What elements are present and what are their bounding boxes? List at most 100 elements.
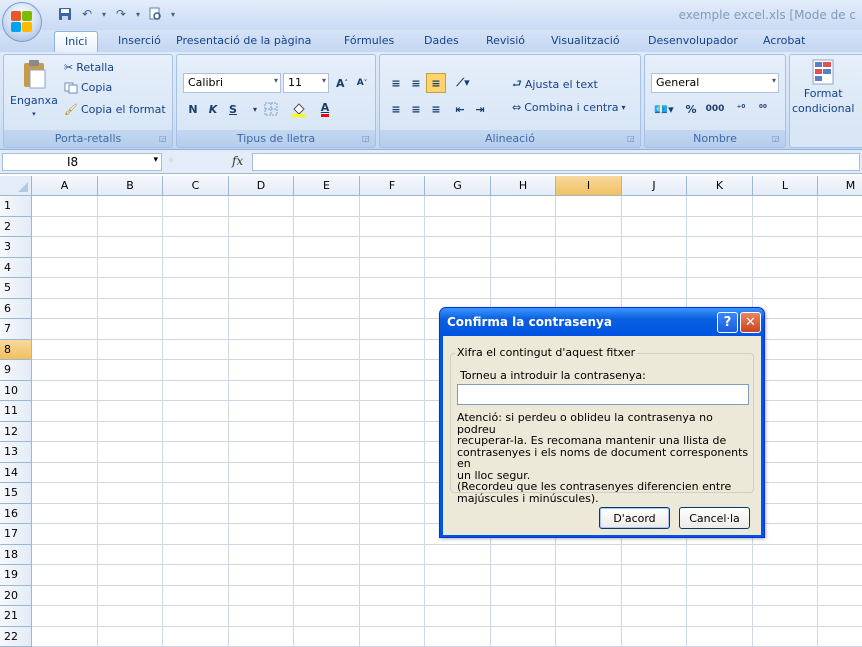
row-header[interactable]: 17: [0, 524, 32, 545]
align-middle-icon[interactable]: ≡: [406, 73, 426, 93]
conditional-format-button[interactable]: Format condicional: [792, 59, 854, 115]
paste-button[interactable]: Enganxa ▾: [10, 59, 58, 118]
gridline: [32, 544, 862, 545]
name-box[interactable]: I8 ▾: [2, 153, 162, 171]
row-header[interactable]: 5: [0, 278, 32, 299]
tab-formules[interactable]: Fórmules: [344, 34, 394, 47]
chevron-down-icon[interactable]: ▾: [134, 6, 142, 22]
row-header[interactable]: 7: [0, 319, 32, 340]
currency-icon[interactable]: 💶▾: [651, 99, 677, 119]
row-header[interactable]: 12: [0, 422, 32, 443]
chevron-down-icon[interactable]: ▾: [100, 6, 108, 22]
row-header[interactable]: 1: [0, 196, 32, 217]
column-header[interactable]: A: [32, 176, 98, 196]
tab-inici[interactable]: Inici: [54, 31, 98, 52]
row-header[interactable]: 3: [0, 237, 32, 258]
align-bottom-icon[interactable]: ≡: [426, 73, 446, 93]
bold-button[interactable]: N: [183, 99, 203, 119]
row-header[interactable]: 20: [0, 586, 32, 607]
row-header[interactable]: 21: [0, 606, 32, 627]
tab-revisio[interactable]: Revisió: [486, 34, 525, 47]
select-all-corner[interactable]: [0, 176, 32, 196]
row-header[interactable]: 6: [0, 299, 32, 320]
column-header[interactable]: K: [687, 176, 753, 196]
password-input[interactable]: [457, 384, 749, 405]
fx-icon[interactable]: fx: [232, 154, 243, 168]
borders-icon[interactable]: [261, 99, 281, 119]
help-button[interactable]: ?: [717, 312, 738, 333]
font-size-select[interactable]: 11 ▾: [283, 73, 329, 93]
row-header[interactable]: 19: [0, 565, 32, 586]
column-header[interactable]: B: [98, 176, 163, 196]
dialog-title[interactable]: Confirma la contrasenya: [440, 308, 764, 336]
italic-button[interactable]: K: [203, 99, 223, 119]
increase-indent-icon[interactable]: ⇥: [470, 99, 490, 119]
row-header[interactable]: 13: [0, 442, 32, 463]
align-right-icon[interactable]: ≡: [426, 99, 446, 119]
cut-button[interactable]: ✂Retalla: [64, 61, 114, 74]
tab-visualitzacio[interactable]: Visualització: [551, 34, 620, 47]
decrease-indent-icon[interactable]: ⇤: [450, 99, 470, 119]
align-center-icon[interactable]: ≡: [406, 99, 426, 119]
column-header[interactable]: F: [360, 176, 425, 196]
redo-icon[interactable]: ↷: [112, 6, 130, 22]
align-top-icon[interactable]: ≡: [386, 73, 406, 93]
ok-button[interactable]: D'acord: [599, 507, 670, 529]
decrease-decimal-icon[interactable]: ⁰⁰: [753, 99, 773, 119]
thousands-button[interactable]: 000: [703, 99, 727, 119]
row-header[interactable]: 16: [0, 504, 32, 525]
font-name-select[interactable]: Calibri ▾: [183, 73, 281, 93]
row-header[interactable]: 4: [0, 258, 32, 279]
shrink-font-button[interactable]: A˅: [353, 73, 371, 93]
dialog-launcher-icon[interactable]: ◲: [362, 134, 372, 144]
office-button[interactable]: [2, 2, 42, 42]
tab-acrobat[interactable]: Acrobat: [763, 34, 805, 47]
tab-presentacio[interactable]: Presentació de la pàgina: [176, 34, 311, 47]
percent-button[interactable]: %: [681, 99, 701, 119]
column-header[interactable]: H: [491, 176, 556, 196]
column-header[interactable]: M: [818, 176, 862, 196]
format-painter-button[interactable]: 🖌Copia el format: [64, 103, 166, 116]
column-header[interactable]: D: [229, 176, 294, 196]
row-header[interactable]: 18: [0, 545, 32, 566]
column-header[interactable]: I: [556, 176, 622, 196]
dialog-launcher-icon[interactable]: ◲: [772, 134, 782, 144]
column-header[interactable]: E: [294, 176, 360, 196]
print-preview-icon[interactable]: [146, 6, 164, 22]
row-header[interactable]: 15: [0, 483, 32, 504]
row-header[interactable]: 11: [0, 401, 32, 422]
group-clipboard: Enganxa ▾ ✂Retalla Copia 🖌Copia el forma…: [3, 54, 173, 148]
save-icon[interactable]: [56, 6, 74, 22]
merge-center-button[interactable]: ⇔Combina i centra▾: [512, 101, 626, 114]
row-header[interactable]: 8: [0, 340, 32, 361]
dialog-launcher-icon[interactable]: ◲: [159, 134, 169, 144]
increase-decimal-icon[interactable]: ⁺⁰: [731, 99, 751, 119]
customize-toolbar-icon[interactable]: ▾: [168, 6, 178, 22]
close-button[interactable]: ✕: [740, 312, 761, 333]
column-header[interactable]: J: [622, 176, 687, 196]
column-header[interactable]: L: [753, 176, 818, 196]
tab-insercio[interactable]: Inserció: [118, 34, 161, 47]
column-header[interactable]: C: [163, 176, 229, 196]
font-color-icon[interactable]: A: [315, 99, 335, 119]
copy-button[interactable]: Copia: [64, 81, 112, 94]
fill-color-icon[interactable]: [289, 99, 309, 119]
orientation-icon[interactable]: ⟋▾: [450, 73, 476, 93]
undo-icon[interactable]: ↶: [78, 6, 96, 22]
tab-dades[interactable]: Dades: [424, 34, 459, 47]
row-header[interactable]: 2: [0, 217, 32, 238]
grow-font-button[interactable]: A˄: [333, 73, 351, 93]
row-header[interactable]: 14: [0, 463, 32, 484]
align-left-icon[interactable]: ≡: [386, 99, 406, 119]
cancel-button[interactable]: Cancel·la: [679, 507, 750, 529]
tab-desenvolupador[interactable]: Desenvolupador: [648, 34, 738, 47]
formula-input[interactable]: [252, 153, 860, 171]
row-header[interactable]: 9: [0, 360, 32, 381]
underline-button[interactable]: S: [223, 99, 243, 119]
wrap-text-button[interactable]: ⮐Ajusta el text: [512, 75, 598, 94]
dialog-launcher-icon[interactable]: ◲: [627, 134, 637, 144]
column-header[interactable]: G: [425, 176, 491, 196]
number-format-select[interactable]: General ▾: [651, 73, 779, 93]
row-header[interactable]: 10: [0, 381, 32, 402]
row-header[interactable]: 22: [0, 627, 32, 647]
